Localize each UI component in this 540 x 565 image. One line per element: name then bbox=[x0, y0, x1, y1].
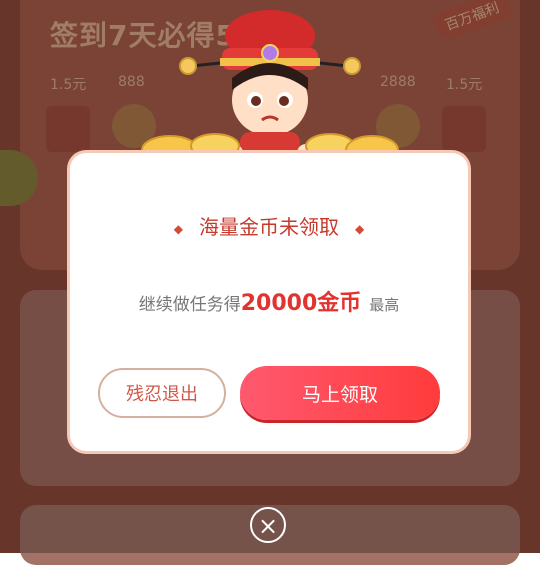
reward-dialog: ◆ 海量金币未领取 ◆ 继续做任务得20000金币 最高 残忍退出 马上领取 bbox=[70, 153, 468, 451]
coin-amount: 20000金币 bbox=[240, 291, 362, 316]
dialog-title-text: 海量金币未领取 bbox=[199, 215, 339, 239]
dialog-title: ◆ 海量金币未领取 ◆ bbox=[70, 211, 468, 240]
dialog-subtitle: 继续做任务得20000金币 最高 bbox=[70, 285, 468, 317]
subtitle-prefix: 继续做任务得 bbox=[138, 295, 241, 315]
subtitle-suffix: 最高 bbox=[369, 296, 400, 314]
close-icon[interactable]: × bbox=[250, 507, 286, 543]
claim-button[interactable]: 马上领取 bbox=[240, 366, 440, 420]
diamond-right-icon: ◆ bbox=[355, 221, 365, 236]
diamond-left-icon: ◆ bbox=[173, 221, 183, 236]
leave-button[interactable]: 残忍退出 bbox=[98, 368, 226, 418]
